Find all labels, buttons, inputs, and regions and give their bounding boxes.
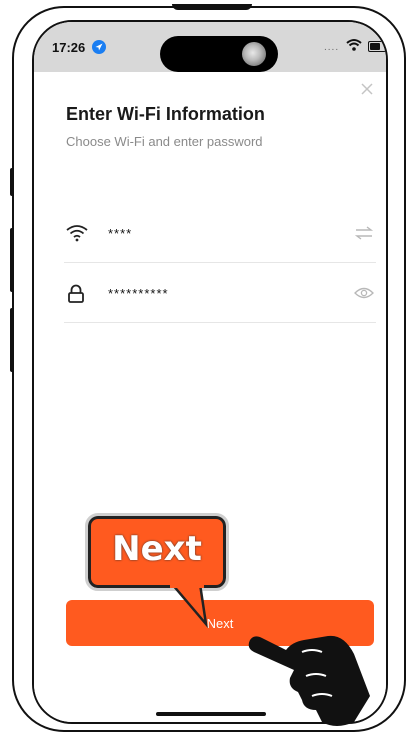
page-subtitle: Choose Wi-Fi and enter password xyxy=(66,134,263,149)
wifi-name-field[interactable]: **** xyxy=(64,204,376,263)
password-field[interactable]: ********** xyxy=(64,264,376,323)
wifi-icon xyxy=(66,224,88,247)
mute-switch xyxy=(10,168,14,196)
close-icon[interactable] xyxy=(360,82,374,101)
callout-tail xyxy=(169,582,214,633)
volume-up-button xyxy=(10,228,14,292)
lock-icon xyxy=(66,284,86,309)
wifi-name-value: **** xyxy=(108,226,133,241)
eye-icon[interactable] xyxy=(354,286,374,305)
page-title: Enter Wi-Fi Information xyxy=(66,104,265,124)
switch-network-icon[interactable] xyxy=(354,226,374,245)
volume-down-button xyxy=(10,308,14,372)
camera-icon xyxy=(242,42,266,66)
password-value: ********** xyxy=(108,286,169,301)
next-callout: Next xyxy=(85,513,229,591)
location-icon xyxy=(92,40,106,54)
status-bar: 17:26 .... xyxy=(34,22,386,72)
status-time: 17:26 xyxy=(52,40,86,55)
wifi-status-icon xyxy=(346,38,362,57)
hand-pointer-icon xyxy=(242,626,374,735)
cellular-signal: .... xyxy=(324,42,340,53)
dynamic-island xyxy=(160,36,278,72)
callout-label: Next xyxy=(112,529,202,569)
battery-icon xyxy=(368,41,386,52)
phone-top-speaker xyxy=(172,4,252,10)
